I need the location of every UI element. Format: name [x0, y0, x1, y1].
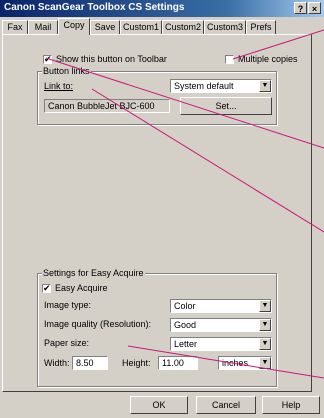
height-label: Height: — [122, 358, 151, 368]
image-type-label: Image type: — [44, 300, 92, 310]
height-field[interactable]: 11.00 — [158, 356, 198, 370]
button-links-title: Button links — [42, 66, 91, 76]
image-quality-select[interactable]: Good ▼ — [170, 318, 272, 332]
chevron-down-icon[interactable]: ▼ — [259, 300, 271, 312]
linked-device-field: Canon BubbleJet BJC-600 — [44, 99, 170, 113]
ok-button[interactable]: OK — [130, 396, 188, 414]
button-links-group: Button links Link to: System default ▼ C… — [37, 66, 277, 125]
chevron-down-icon[interactable]: ▼ — [259, 319, 271, 331]
tab-strip: Fax Mail Copy Save Custom1 Custom2 Custo… — [0, 18, 324, 35]
cancel-button[interactable]: Cancel — [196, 396, 256, 414]
close-title-button[interactable]: × — [308, 2, 321, 14]
tab-custom1[interactable]: Custom1 — [120, 20, 162, 34]
image-type-select[interactable]: Color ▼ — [170, 299, 272, 313]
image-quality-label: Image quality (Resolution): — [44, 319, 152, 329]
tab-fax[interactable]: Fax — [2, 20, 28, 34]
chevron-down-icon[interactable]: ▼ — [259, 80, 271, 92]
tab-custom2[interactable]: Custom2 — [162, 20, 204, 34]
tab-save[interactable]: Save — [90, 20, 120, 34]
paper-size-select[interactable]: Letter ▼ — [170, 337, 272, 351]
easy-acquire-group: Settings for Easy Acquire ✔ Easy Acquire… — [37, 268, 277, 387]
copy-tab-panel: ✔ Show this button on Toolbar Multiple c… — [2, 34, 312, 392]
tab-mail[interactable]: Mail — [28, 20, 58, 34]
settings-dialog: Canon ScanGear Toolbox CS Settings ? × F… — [0, 0, 324, 418]
unit-select[interactable]: inches ▼ — [218, 356, 272, 370]
set-button[interactable]: Set... — [180, 97, 272, 115]
link-to-label: Link to: — [44, 81, 74, 91]
easy-acquire-checkbox[interactable]: ✔ — [42, 284, 51, 293]
tab-prefs[interactable]: Prefs — [246, 20, 276, 34]
tab-custom3[interactable]: Custom3 — [204, 20, 246, 34]
help-title-button[interactable]: ? — [294, 2, 307, 14]
multiple-copies-label[interactable]: Multiple copies — [238, 54, 298, 64]
easy-acquire-title: Settings for Easy Acquire — [42, 268, 145, 278]
width-field[interactable]: 8.50 — [72, 356, 108, 370]
chevron-down-icon[interactable]: ▼ — [259, 338, 271, 350]
width-label: Width: — [44, 358, 70, 368]
tab-copy[interactable]: Copy — [58, 18, 90, 35]
chevron-down-icon[interactable]: ▼ — [259, 357, 271, 369]
window-title: Canon ScanGear Toolbox CS Settings — [4, 2, 185, 13]
paper-size-label: Paper size: — [44, 338, 90, 348]
help-button[interactable]: Help — [262, 396, 320, 414]
title-bar[interactable]: Canon ScanGear Toolbox CS Settings ? × — [0, 0, 324, 17]
link-to-select[interactable]: System default ▼ — [170, 79, 272, 93]
show-on-toolbar-label[interactable]: Show this button on Toolbar — [56, 54, 167, 64]
multiple-copies-checkbox[interactable] — [225, 55, 234, 64]
easy-acquire-label[interactable]: Easy Acquire — [55, 283, 108, 293]
show-on-toolbar-checkbox[interactable]: ✔ — [43, 55, 52, 64]
